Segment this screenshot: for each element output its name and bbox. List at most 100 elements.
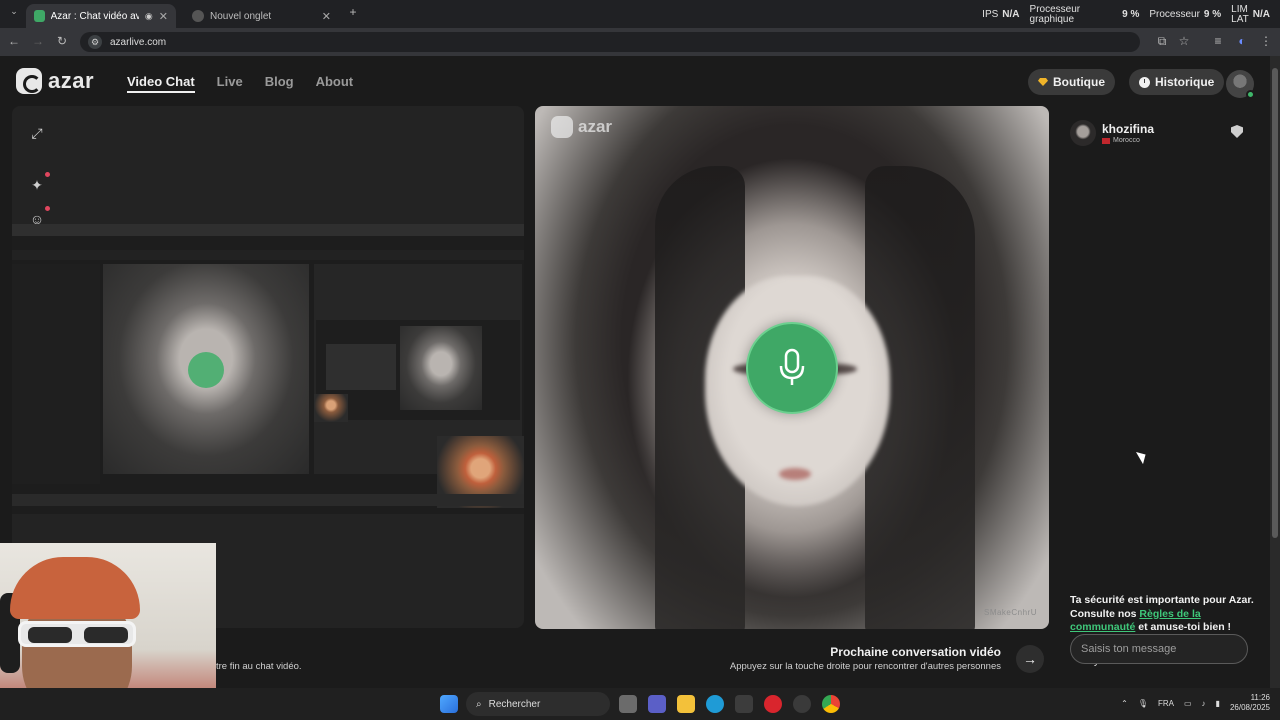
new-tab-button[interactable]: + bbox=[345, 5, 361, 19]
tray-overflow-icon[interactable]: ⌃ bbox=[1121, 699, 1128, 708]
task-view-icon[interactable] bbox=[619, 695, 637, 713]
bookmark-star-icon[interactable]: ☆ bbox=[1176, 34, 1192, 48]
language-indicator[interactable]: FRA bbox=[1158, 699, 1174, 708]
extension-icon[interactable]: ◐ bbox=[1234, 34, 1250, 48]
boutique-label: Boutique bbox=[1053, 75, 1105, 89]
url-text: azarlive.com bbox=[110, 36, 167, 48]
browser-tab-bar: ⌄ Azar : Chat vidéo avec de n ◉ ✕ Nouvel… bbox=[0, 0, 1280, 28]
online-indicator bbox=[1246, 90, 1255, 99]
page-scrollbar[interactable] bbox=[1270, 56, 1280, 688]
microphone-icon bbox=[779, 348, 805, 385]
next-conversation-hint: Appuyez sur la touche droite pour rencon… bbox=[729, 661, 1001, 672]
safety-notice: Ta sécurité est importante pour Azar. Co… bbox=[1070, 594, 1254, 635]
opera-icon[interactable] bbox=[764, 695, 782, 713]
windows-taskbar: ⌕ Rechercher ⌃ 🎙 FRA ▭ ♪ ▮ 11:26 26/08/2… bbox=[0, 688, 1280, 720]
next-conversation-button[interactable]: → bbox=[1016, 645, 1044, 673]
cpu-label: Processeur bbox=[1149, 9, 1200, 20]
microphone-tray-icon[interactable]: 🎙 bbox=[1138, 699, 1148, 708]
main-nav: Video Chat Live Blog About bbox=[127, 74, 353, 93]
nav-blog[interactable]: Blog bbox=[265, 74, 294, 93]
reading-list-icon[interactable]: ≡ bbox=[1210, 34, 1226, 48]
tab-new[interactable]: Nouvel onglet ✕ bbox=[184, 4, 339, 28]
azar-favicon-icon bbox=[34, 10, 45, 22]
video-azar-logo: azar bbox=[551, 116, 612, 138]
gem-icon bbox=[1038, 78, 1048, 86]
search-icon: ⌕ bbox=[476, 698, 482, 710]
file-explorer-icon[interactable] bbox=[677, 695, 695, 713]
reload-icon[interactable]: ↻ bbox=[54, 34, 70, 48]
message-input[interactable] bbox=[1070, 634, 1248, 664]
gpu-label: Processeur graphique bbox=[1029, 4, 1081, 25]
search-label: Rechercher bbox=[488, 698, 541, 710]
peer-name[interactable]: khozifina bbox=[1102, 122, 1154, 136]
audio-icon: ◉ bbox=[144, 10, 153, 21]
clock-date: 26/08/2025 bbox=[1229, 703, 1270, 712]
next-conversation-title: Prochaine conversation vidéo bbox=[830, 645, 1001, 659]
battery-icon[interactable]: ▮ bbox=[1216, 699, 1220, 708]
azar-logo-icon bbox=[551, 116, 573, 138]
azar-page: azar Video Chat Live Blog About Boutique… bbox=[0, 56, 1270, 720]
peer-country: Morocco bbox=[1102, 137, 1140, 144]
ips-label: IPS bbox=[982, 9, 999, 20]
end-chat-hint: tre fin au chat vidéo. bbox=[216, 661, 302, 672]
teams-icon[interactable] bbox=[648, 695, 666, 713]
nested-mic-icon bbox=[188, 352, 224, 388]
nested-header bbox=[12, 250, 524, 260]
effects-sparkle-icon[interactable]: ✦ bbox=[26, 174, 48, 196]
taskbar-clock[interactable]: 11:26 26/08/2025 bbox=[1230, 693, 1270, 713]
peer-avatar[interactable] bbox=[1070, 120, 1096, 146]
obs-icon[interactable] bbox=[793, 695, 811, 713]
boutique-button[interactable]: Boutique bbox=[1028, 69, 1115, 95]
peer-video: azar SMakeCnhrU bbox=[535, 106, 1049, 629]
install-app-icon[interactable]: ⧉ bbox=[1154, 34, 1170, 49]
microphone-indicator bbox=[746, 322, 838, 414]
video-logo-text: azar bbox=[578, 117, 613, 136]
clock-time: 11:26 bbox=[1250, 693, 1270, 702]
forward-icon[interactable]: → bbox=[30, 34, 46, 48]
report-shield-icon[interactable] bbox=[1231, 125, 1243, 138]
morocco-flag-icon bbox=[1102, 137, 1110, 144]
nav-live[interactable]: Live bbox=[217, 74, 243, 93]
screen-share-preview bbox=[12, 224, 524, 514]
chrome-icon[interactable] bbox=[822, 695, 840, 713]
close-tab-icon[interactable]: ✕ bbox=[159, 10, 168, 23]
lat-value: N/A bbox=[1252, 9, 1270, 20]
azar-logo[interactable]: azar bbox=[16, 68, 94, 94]
menu-kebab-icon[interactable]: ⋮ bbox=[1258, 34, 1274, 48]
glasses-lens bbox=[28, 627, 72, 643]
store-icon[interactable] bbox=[735, 695, 753, 713]
tab-list-icon[interactable]: ⌄ bbox=[6, 6, 22, 17]
azar-logo-icon bbox=[16, 68, 42, 94]
nested-inner-window bbox=[326, 344, 396, 390]
profile-avatar[interactable] bbox=[1226, 70, 1255, 99]
tab-azar[interactable]: Azar : Chat vidéo avec de n ◉ ✕ bbox=[26, 4, 176, 28]
nested-webcam-small bbox=[314, 394, 348, 422]
historique-button[interactable]: Historique bbox=[1129, 69, 1225, 95]
notification-dot bbox=[45, 206, 50, 211]
url-field[interactable]: ⚙ azarlive.com bbox=[80, 32, 1140, 52]
performance-overlay: IPS N/A Processeur graphique 9 % Processeur… bbox=[982, 4, 1270, 25]
lat-label: LIM LAT bbox=[1231, 4, 1249, 25]
safety-text: et amuse-toi bien ! bbox=[1135, 621, 1232, 633]
globe-icon bbox=[192, 10, 204, 22]
glasses-lens bbox=[84, 627, 128, 643]
taskbar-search[interactable]: ⌕ Rechercher bbox=[466, 692, 610, 716]
expand-icon[interactable]: ⤢ bbox=[26, 122, 48, 144]
back-icon[interactable]: ← bbox=[6, 34, 22, 48]
windows-start-icon[interactable] bbox=[440, 695, 458, 713]
close-tab-icon[interactable]: ✕ bbox=[322, 10, 331, 23]
volume-icon[interactable]: ♪ bbox=[1202, 699, 1206, 708]
nav-about[interactable]: About bbox=[316, 74, 354, 93]
clock-icon bbox=[1139, 76, 1150, 88]
notification-dot bbox=[45, 172, 50, 177]
nav-video-chat[interactable]: Video Chat bbox=[127, 74, 195, 93]
scrollbar-thumb[interactable] bbox=[1272, 68, 1278, 538]
arrow-right-icon: → bbox=[1023, 651, 1037, 667]
logo-text: azar bbox=[48, 68, 95, 93]
address-bar-row: ← → ↻ ⚙ azarlive.com ⧉ ☆ ≡ ◐ ⋮ bbox=[0, 28, 1280, 56]
network-icon[interactable]: ▭ bbox=[1184, 699, 1192, 708]
cpu-value: 9 % bbox=[1203, 9, 1222, 20]
site-info-icon[interactable]: ⚙ bbox=[88, 35, 102, 49]
nested-peer-video-small bbox=[400, 326, 482, 410]
edge-icon[interactable] bbox=[706, 695, 724, 713]
